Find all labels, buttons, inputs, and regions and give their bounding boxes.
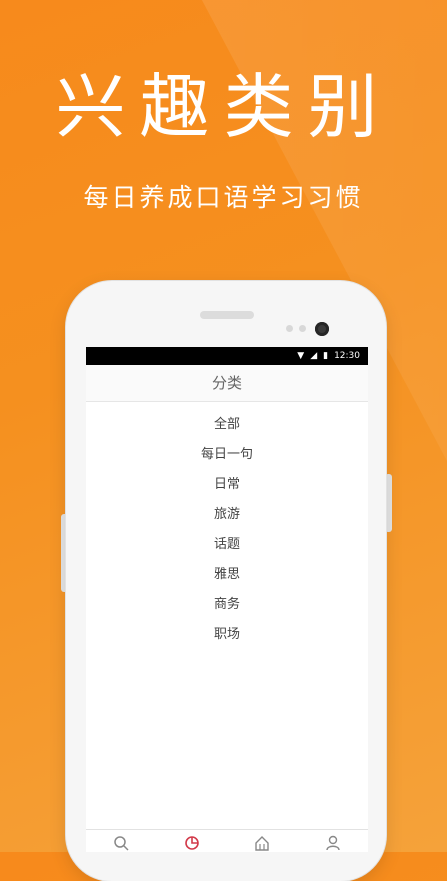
promo-subhead: 每日养成口语学习习惯 xyxy=(83,183,364,212)
battery-icon: ▮ xyxy=(323,351,329,361)
phone-camera xyxy=(315,322,329,336)
tab-profile[interactable] xyxy=(323,830,343,852)
tab-search[interactable] xyxy=(111,830,131,852)
signal-icon: ◢ xyxy=(310,351,318,361)
promo-headline: 兴趣类别 xyxy=(55,66,392,148)
bottom-nav xyxy=(86,829,368,852)
phone-sensor xyxy=(299,325,306,332)
category-item-daily[interactable]: 日常 xyxy=(86,470,368,500)
search-icon xyxy=(114,836,129,851)
tab-home[interactable] xyxy=(252,830,272,852)
phone-sensor xyxy=(286,325,293,332)
wifi-icon: ▼ xyxy=(297,351,305,361)
category-item-all[interactable]: 全部 xyxy=(86,410,368,440)
tab-category[interactable] xyxy=(182,830,202,852)
status-bar: ▼ ◢ ▮ 12:30 xyxy=(86,347,368,365)
app-bar: 分类 xyxy=(86,365,368,402)
category-icon xyxy=(184,836,199,850)
phone-speaker xyxy=(200,311,254,319)
status-time: 12:30 xyxy=(334,351,360,361)
category-item-daily-sentence[interactable]: 每日一句 xyxy=(86,440,368,470)
home-icon xyxy=(255,836,269,851)
category-item-business[interactable]: 商务 xyxy=(86,590,368,620)
category-list: 全部 每日一句 日常 旅游 话题 雅思 商务 职场 xyxy=(86,402,368,650)
app-screen: ▼ ◢ ▮ 12:30 分类 全部 每日一句 日常 旅游 话题 雅思 商务 职场 xyxy=(86,347,368,852)
category-item-ielts[interactable]: 雅思 xyxy=(86,560,368,590)
category-item-workplace[interactable]: 职场 xyxy=(86,620,368,650)
category-item-travel[interactable]: 旅游 xyxy=(86,500,368,530)
page-title: 分类 xyxy=(211,374,242,392)
phone-power-button xyxy=(385,474,392,532)
profile-icon xyxy=(326,835,340,851)
category-item-topics[interactable]: 话题 xyxy=(86,530,368,560)
